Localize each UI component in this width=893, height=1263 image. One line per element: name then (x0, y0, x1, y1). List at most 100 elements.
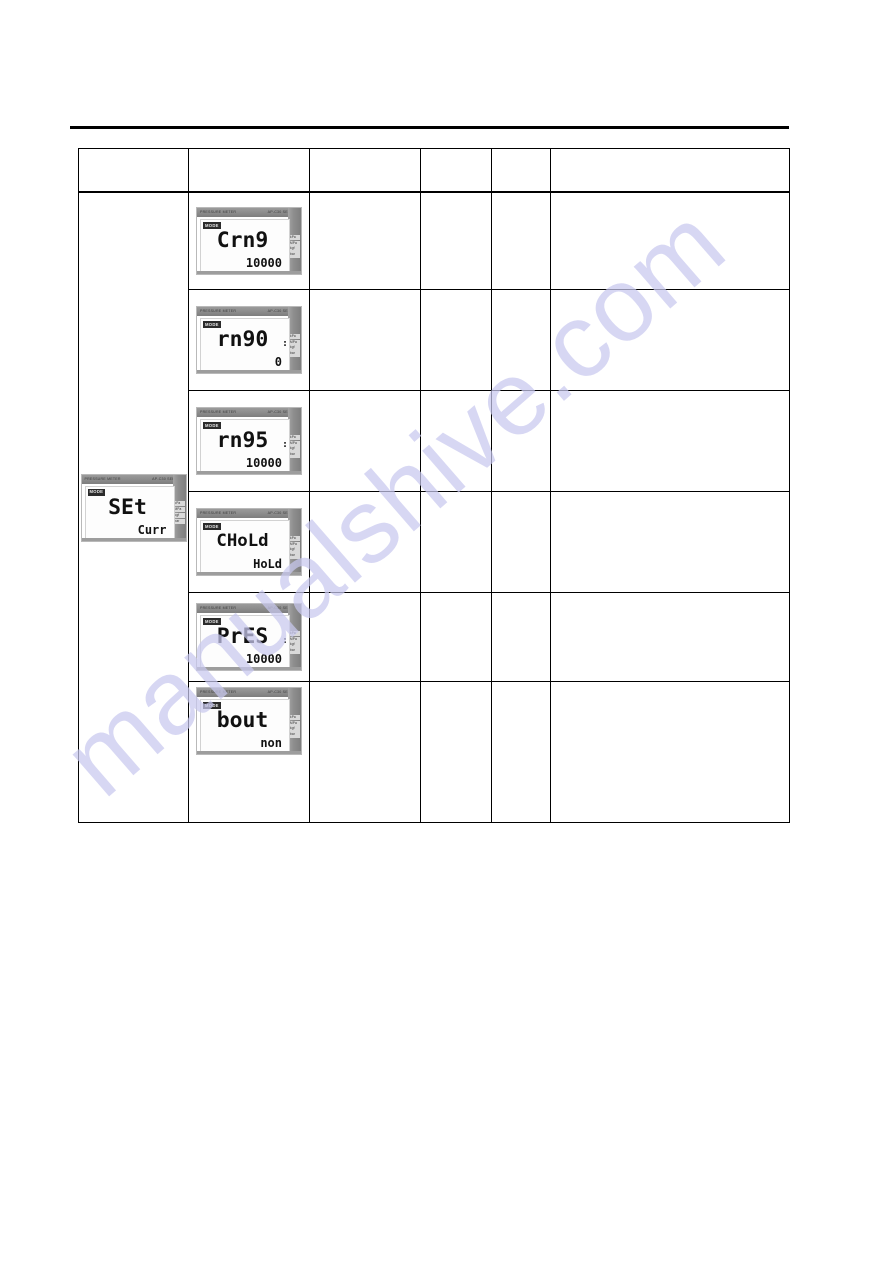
table-cell-col4 (420, 592, 492, 682)
lcd-display-crng: PRESSURE METER AP-C30 SERIES kPa MPa kgf… (197, 208, 301, 274)
lcd-screen: MODE bout non (200, 699, 290, 753)
lcd-unit-tag: bar (289, 351, 300, 357)
lcd-cell: PRESSURE METER AP-C30 SERIES kPa MPa kgf… (188, 191, 310, 290)
lcd-unit-tag: bar (289, 553, 300, 559)
lcd-unit-tag: bar (289, 452, 300, 458)
header-cell-4 (420, 148, 492, 193)
lcd-brand-label: PRESSURE METER (200, 606, 237, 610)
lcd-unit-tag: kgf (173, 512, 185, 519)
header-cell-2 (188, 148, 310, 193)
table-cell-col6 (550, 592, 790, 682)
lcd-unit-tag: bar (289, 252, 300, 258)
table-cell-col4 (420, 390, 492, 492)
lcd-screen: MODE PrES 10000 : (200, 615, 290, 669)
lcd-cell: PRESSURE METER AP-C30 SERIES kPa MPa kgf… (188, 390, 310, 492)
header-cell-1 (78, 148, 189, 193)
lcd-unit-tag: kPa (289, 333, 300, 339)
header-cell-6 (550, 148, 790, 193)
lcd-display-rn95: PRESSURE METER AP-C30 SERIES kPa MPa kgf… (197, 408, 301, 474)
lcd-brand-label: PRESSURE METER (200, 511, 237, 515)
lcd-screen: MODE SEt Curr (84, 485, 175, 540)
lcd-sub-value: HoLd (253, 557, 282, 571)
settings-table-wrap: PRESSURE METER AP-C30 SERIES kPa MPa kgf… (78, 148, 790, 832)
table-cell-col3 (309, 491, 421, 593)
lcd-bottom-edge (197, 751, 301, 754)
header-cell-3 (309, 148, 421, 193)
table-header-row (78, 148, 790, 193)
lcd-unit-tag: kPa (289, 714, 300, 720)
table-cell-col6 (550, 390, 790, 492)
lcd-main-value: rn95 (216, 428, 269, 452)
lcd-main-value: PrES (216, 624, 269, 648)
header-cell-5 (491, 148, 551, 193)
lcd-topbar: PRESSURE METER AP-C30 SERIES (197, 509, 301, 518)
table-cell-col5 (491, 289, 551, 391)
lcd-unit-tag: kgf (289, 446, 300, 452)
lcd-unit-tag: MPa (289, 440, 300, 446)
lcd-unit-tag: kgf (289, 642, 300, 648)
lcd-unit-tag: bar (289, 648, 300, 654)
lcd-bottom-edge (197, 667, 301, 670)
lcd-main-value: SEt (107, 494, 147, 519)
lcd-unit-tag: kPa (289, 630, 300, 636)
lcd-bottom-edge (197, 370, 301, 373)
lcd-mode-badge: MODE (203, 523, 221, 530)
lcd-sub-value: 0 (274, 355, 282, 369)
lcd-display-set: PRESSURE METER AP-C30 SERIES kPa MPa kgf… (81, 474, 186, 541)
lcd-display-bout: PRESSURE METER AP-C30 SERIES kPa MPa kgf… (197, 688, 301, 754)
lcd-topbar: PRESSURE METER AP-C30 SERIES (197, 688, 301, 697)
lcd-cell: PRESSURE METER AP-C30 SERIES kPa MPa kgf… (188, 681, 310, 823)
table-row: PRESSURE METER AP-C30 SERIES kPa MPa kgf… (78, 191, 790, 823)
lcd-unit-tag: bar (289, 732, 300, 738)
lcd-unit-tag: MPa (289, 339, 300, 345)
lcd-screen: MODE Crn9 10000 (200, 219, 290, 273)
table-cell-col6 (550, 289, 790, 391)
lcd-colon: : (281, 439, 288, 450)
table-cell-col5 (491, 592, 551, 682)
setting-mode-cell: PRESSURE METER AP-C30 SERIES kPa MPa kgf… (78, 191, 189, 823)
lcd-unit-tag: kgf (289, 246, 300, 252)
table-cell-col5 (491, 191, 551, 290)
lcd-sub-value: 10000 (245, 652, 282, 666)
lcd-bottom-edge (197, 572, 301, 575)
lcd-unit-tag: kPa (289, 234, 300, 240)
lcd-brand-label: PRESSURE METER (200, 309, 237, 313)
lcd-unit-tag: kPa (289, 535, 300, 541)
table-cell-col3 (309, 191, 421, 290)
lcd-main-value: Crn9 (216, 228, 269, 252)
lcd-main-value: rn90 (216, 327, 269, 351)
lcd-unit-tag: MPa (289, 720, 300, 726)
settings-table: PRESSURE METER AP-C30 SERIES kPa MPa kgf… (78, 148, 790, 823)
lcd-cell: PRESSURE METER AP-C30 SERIES kPa MPa kgf… (188, 592, 310, 682)
lcd-brand-label: PRESSURE METER (200, 210, 237, 214)
lcd-main-value: bout (216, 708, 269, 732)
table-cell-col5 (491, 390, 551, 492)
lcd-display-chold: PRESSURE METER AP-C30 SERIES kPa MPa kgf… (197, 509, 301, 575)
lcd-unit-tag: kgf (289, 345, 300, 351)
lcd-unit-tag: kgf (289, 726, 300, 732)
lcd-sub-value: 10000 (245, 256, 282, 270)
lcd-display-rn90: PRESSURE METER AP-C30 SERIES kPa MPa kgf… (197, 307, 301, 373)
lcd-topbar: PRESSURE METER AP-C30 SERIES (197, 408, 301, 417)
lcd-screen: MODE rn90 0 : (200, 318, 290, 372)
table-cell-col5 (491, 491, 551, 593)
table-cell-col5 (491, 681, 551, 823)
lcd-topbar: PRESSURE METER AP-C30 SERIES (197, 307, 301, 316)
lcd-bottom-edge (81, 537, 186, 541)
table-cell-col6 (550, 491, 790, 593)
lcd-colon: : (281, 635, 288, 646)
table-cell-col4 (420, 289, 492, 391)
table-cell-col3 (309, 390, 421, 492)
lcd-unit-tag: MPa (289, 240, 300, 246)
lcd-unit-tag: kgf (289, 547, 300, 553)
lcd-colon: : (281, 338, 288, 349)
header-rule (70, 126, 789, 129)
table-cell-col3 (309, 289, 421, 391)
lcd-topbar: PRESSURE METER AP-C30 SERIES (197, 604, 301, 613)
table-cell-col6 (550, 681, 790, 823)
lcd-sub-value: non (260, 736, 282, 750)
table-cell-col4 (420, 681, 492, 823)
table-cell-col3 (309, 592, 421, 682)
lcd-cell: PRESSURE METER AP-C30 SERIES kPa MPa kgf… (188, 491, 310, 593)
table-cell-col4 (420, 191, 492, 290)
